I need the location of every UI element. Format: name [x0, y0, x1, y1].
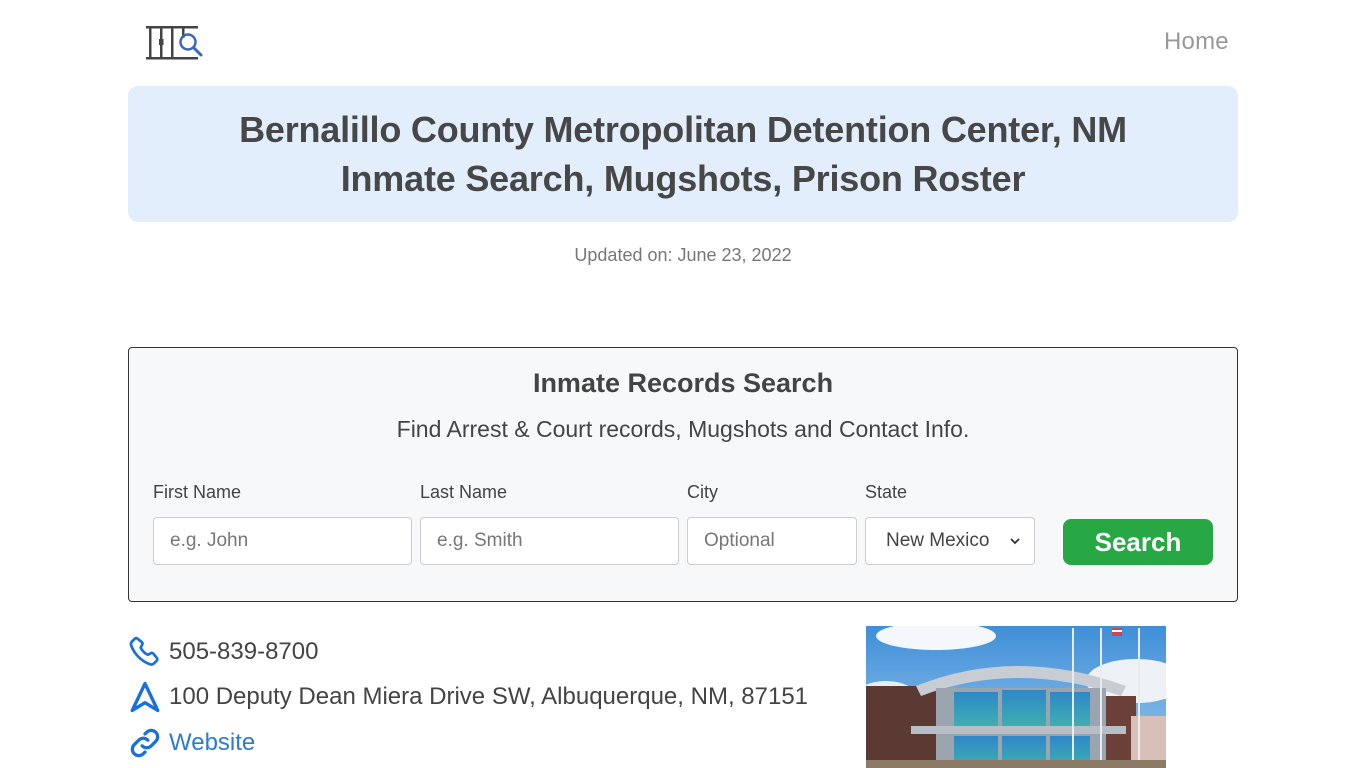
page-title: Bernalillo County Metropolitan Detention… — [239, 105, 1127, 203]
address-text: 100 Deputy Dean Miera Drive SW, Albuquer… — [169, 683, 809, 710]
phone-number: 505-839-8700 — [169, 638, 319, 665]
search-title: Inmate Records Search — [532, 368, 834, 398]
navigation-arrow-icon — [130, 681, 160, 713]
nav-home-link[interactable]: Home — [1164, 28, 1229, 56]
phone-row: 505-839-8700 — [128, 635, 318, 669]
state-selected-value: New Mexico — [886, 530, 990, 551]
inmate-search-form: Inmate Records Search Find Arrest & Cour… — [128, 347, 1238, 602]
website-link[interactable]: Website — [169, 729, 255, 757]
updated-date: Updated on: June 23, 2022 — [574, 245, 792, 265]
website-row: Website — [128, 726, 255, 760]
address-row: 100 Deputy Dean Miera Drive SW, Albuquer… — [128, 680, 808, 714]
search-button[interactable]: Search — [1063, 519, 1213, 565]
link-icon — [130, 728, 160, 758]
page-title-line2: Inmate Search, Mugshots, Prison Roster — [340, 158, 1026, 199]
last-name-label: Last Name — [420, 482, 508, 502]
state-select[interactable]: New Mexico — [865, 517, 1035, 565]
first-name-input[interactable] — [153, 517, 412, 565]
first-name-label: First Name — [153, 482, 242, 502]
city-input[interactable] — [687, 517, 857, 565]
facility-building-image — [866, 626, 1166, 768]
chevron-down-icon — [1010, 538, 1020, 545]
search-subtitle: Find Arrest & Court records, Mugshots an… — [396, 416, 970, 442]
navbar: Home — [0, 0, 1366, 85]
state-label: State — [865, 482, 908, 502]
city-label: City — [687, 482, 718, 502]
last-name-input[interactable] — [420, 517, 679, 565]
jail-bars-search-icon — [146, 26, 203, 60]
phone-icon — [129, 636, 159, 666]
hero-banner: Bernalillo County Metropolitan Detention… — [128, 86, 1238, 222]
facility-photo — [866, 626, 1166, 768]
page-title-line1: Bernalillo County Metropolitan Detention… — [239, 109, 1127, 150]
